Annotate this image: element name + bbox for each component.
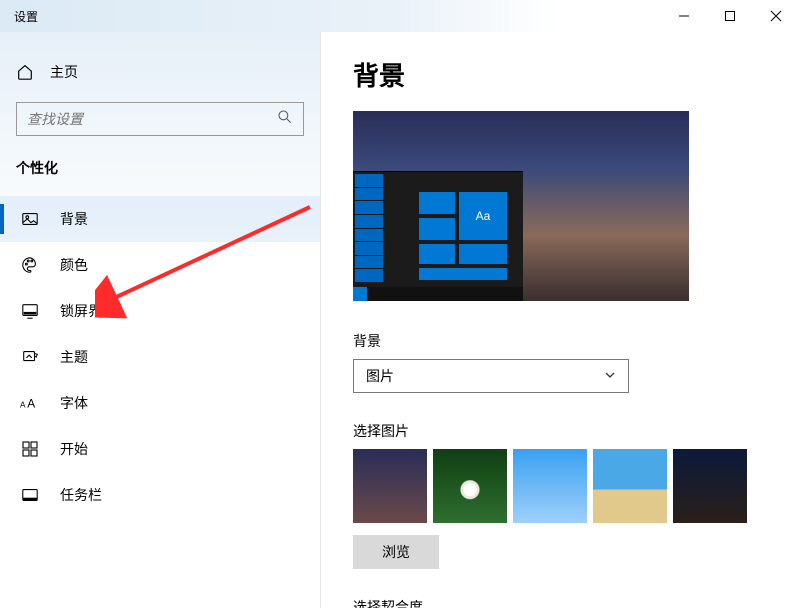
sidebar-item-label: 主题	[60, 347, 88, 367]
sidebar-item-fonts[interactable]: AA 字体	[0, 380, 320, 426]
choose-picture-label: 选择图片	[353, 421, 767, 441]
home-icon	[16, 63, 34, 81]
sidebar-home[interactable]: 主页	[0, 52, 320, 92]
sidebar-item-label: 开始	[60, 439, 88, 459]
picture-thumbnail[interactable]	[593, 449, 667, 523]
picture-thumbnail[interactable]	[513, 449, 587, 523]
main-panel: 背景 Aa 背景 图片 选择图片	[320, 32, 799, 608]
search-field[interactable]	[27, 111, 277, 127]
picture-thumbnail[interactable]	[433, 449, 507, 523]
picture-thumbnail[interactable]	[673, 449, 747, 523]
picture-thumbnail[interactable]	[353, 449, 427, 523]
background-label: 背景	[353, 331, 767, 351]
sidebar-item-label: 颜色	[60, 255, 88, 275]
search-input[interactable]	[16, 102, 304, 136]
picture-icon	[20, 209, 40, 229]
search-icon	[277, 109, 293, 130]
picture-thumbnails	[353, 449, 767, 523]
sidebar-heading: 个性化	[0, 136, 320, 186]
start-icon	[20, 439, 40, 459]
dropdown-value: 图片	[366, 366, 394, 386]
theme-icon	[20, 347, 40, 367]
maximize-icon	[724, 10, 736, 22]
taskbar-icon	[20, 485, 40, 505]
sidebar-item-colors[interactable]: 颜色	[0, 242, 320, 288]
sidebar-item-themes[interactable]: 主题	[0, 334, 320, 380]
font-icon: AA	[20, 393, 40, 413]
svg-text:A: A	[27, 397, 35, 411]
page-title: 背景	[353, 56, 767, 93]
browse-button[interactable]: 浏览	[353, 535, 439, 569]
sidebar-home-label: 主页	[50, 62, 78, 82]
window-title: 设置	[14, 8, 38, 25]
desktop-preview: Aa	[353, 111, 689, 301]
preview-sample-text: Aa	[459, 192, 507, 240]
sidebar-nav: 背景 颜色 锁屏界面 主题	[0, 196, 320, 518]
browse-button-label: 浏览	[382, 542, 410, 562]
close-button[interactable]	[753, 0, 799, 32]
sidebar-item-label: 锁屏界面	[60, 301, 116, 321]
svg-text:A: A	[20, 401, 26, 410]
sidebar-item-lockscreen[interactable]: 锁屏界面	[0, 288, 320, 334]
choose-fit-label: 选择契合度	[353, 597, 767, 608]
maximize-button[interactable]	[707, 0, 753, 32]
close-icon	[770, 10, 782, 22]
sidebar-item-label: 背景	[60, 209, 88, 229]
window-controls	[661, 0, 799, 32]
minimize-button[interactable]	[661, 0, 707, 32]
palette-icon	[20, 255, 40, 275]
chevron-down-icon	[604, 369, 616, 384]
minimize-icon	[678, 10, 690, 22]
titlebar: 设置	[0, 0, 799, 32]
lockscreen-icon	[20, 301, 40, 321]
background-dropdown[interactable]: 图片	[353, 359, 629, 393]
sidebar: 主页 个性化 背景 颜色	[0, 32, 320, 608]
sidebar-item-taskbar[interactable]: 任务栏	[0, 472, 320, 518]
sidebar-item-background[interactable]: 背景	[0, 196, 320, 242]
sidebar-item-start[interactable]: 开始	[0, 426, 320, 472]
sidebar-item-label: 字体	[60, 393, 88, 413]
sidebar-item-label: 任务栏	[60, 485, 102, 505]
